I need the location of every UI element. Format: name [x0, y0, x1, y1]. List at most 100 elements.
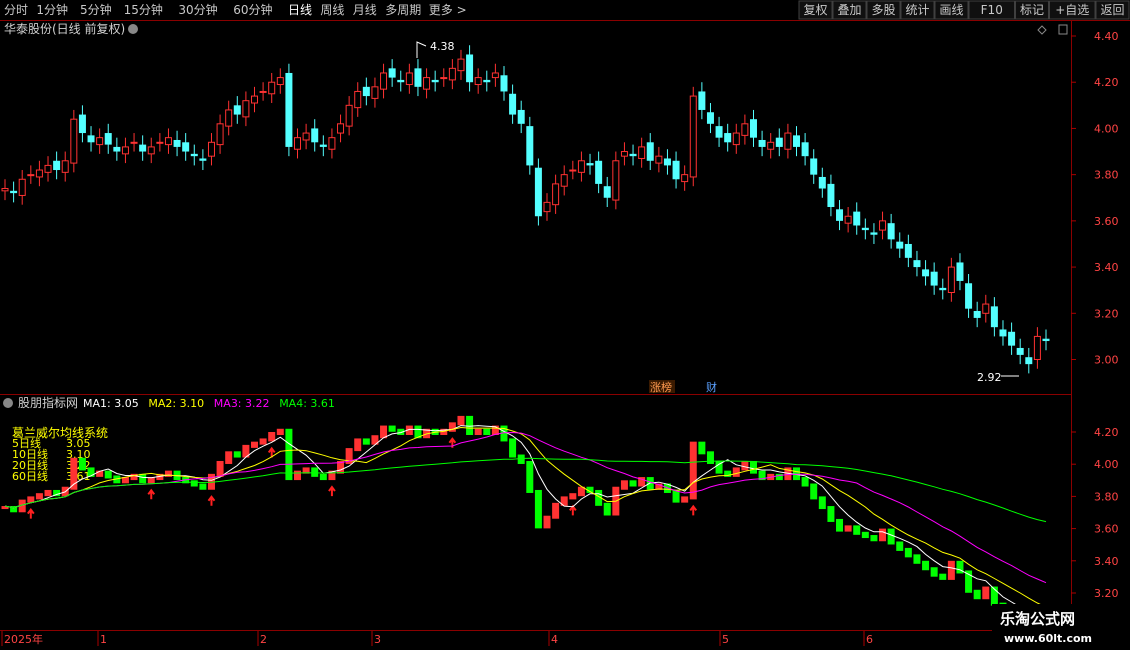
- ind-bar-22: [190, 480, 198, 487]
- ind-bar-87: [749, 460, 757, 474]
- candle-body-12: [104, 133, 112, 145]
- candle-body-110: [947, 266, 955, 294]
- indicator-name: 股朋指标网: [18, 395, 78, 410]
- period-tab-5[interactable]: 60分钟: [233, 2, 272, 17]
- candle-body-72: [620, 151, 628, 157]
- candle-body-62: [534, 167, 542, 217]
- ind-bar-5: [44, 489, 52, 497]
- candle-body-14: [121, 146, 129, 155]
- candle-body-23: [199, 158, 207, 161]
- toolbar-btn-5[interactable]: F10: [981, 3, 1003, 17]
- ind-bar-42: [362, 438, 370, 445]
- ind-bar-86: [741, 460, 749, 471]
- toolbar-btn-6[interactable]: 标记: [1020, 3, 1044, 17]
- x-label-1: 1: [100, 633, 107, 646]
- x-label-6: 6: [866, 633, 873, 646]
- candle-body-3: [27, 174, 35, 177]
- candle-body-19: [164, 137, 172, 146]
- ma-label-1: MA1: 3.05: [83, 397, 139, 410]
- ind-tick-4: 3.40: [1094, 555, 1119, 568]
- toolbar-btn-1[interactable]: 叠加: [837, 3, 861, 17]
- ma-line-2: [4, 426, 1047, 608]
- candle-body-107: [922, 269, 930, 277]
- buy-arrow-38: [328, 485, 336, 497]
- maximize-icon[interactable]: [1058, 24, 1068, 35]
- toolbar-btn-3[interactable]: 统计: [905, 3, 929, 17]
- ind-bar-109: [939, 573, 947, 580]
- candle-body-50: [431, 79, 439, 83]
- candle-body-104: [896, 241, 904, 249]
- stock-chart-window: 分时 1分钟 5分钟 15分钟 30分钟 60分钟 日线 周线 月线 多周期 更多 > 复权 叠加 多股统…: [0, 0, 1130, 650]
- period-tab-6[interactable]: 日线: [288, 3, 312, 17]
- ma-line-4: [4, 457, 1047, 523]
- candle-body-102: [879, 220, 887, 231]
- candle-body-28: [242, 100, 250, 118]
- toolbar-btn-7[interactable]: +自选: [1055, 3, 1089, 17]
- ind-bar-110: [947, 560, 955, 580]
- candle-body-78: [672, 160, 680, 180]
- toolbar-btn-8[interactable]: 返回: [1100, 3, 1124, 17]
- candle-body-103: [887, 223, 895, 240]
- watermark-line2: www.60lt.com: [1004, 632, 1092, 645]
- period-tab-2[interactable]: 5分钟: [80, 2, 112, 17]
- period-tab-7[interactable]: 周线: [320, 3, 344, 17]
- candle-body-69: [595, 160, 603, 184]
- candle-body-89: [767, 141, 775, 150]
- candle-body-82: [706, 112, 714, 124]
- title-dropdown-icon[interactable]: [128, 24, 138, 34]
- indicator-dropdown-icon[interactable]: [3, 398, 13, 408]
- ind-bar-66: [569, 493, 577, 500]
- candle-body-21: [182, 142, 190, 152]
- period-tab-3[interactable]: 15分钟: [124, 2, 163, 17]
- ind-bar-73: [629, 480, 637, 487]
- candle-body-48: [414, 68, 422, 87]
- candle-body-113: [973, 310, 981, 318]
- candle-body-20: [173, 139, 181, 147]
- x-label-4: 4: [551, 633, 558, 646]
- candle-body-74: [638, 146, 646, 159]
- candle-body-99: [853, 211, 861, 226]
- ind-bar-106: [913, 554, 921, 564]
- ind-bar-32: [276, 428, 284, 435]
- candle-body-29: [250, 95, 258, 104]
- main-chart-title: 华泰股份(日线 前复权): [4, 21, 125, 36]
- ind-bar-12: [104, 470, 112, 479]
- ind-bar-23: [199, 483, 207, 490]
- period-tab-8[interactable]: 月线: [353, 3, 377, 17]
- toolbar-btn-0[interactable]: 复权: [803, 3, 827, 17]
- candle-body-15: [130, 141, 138, 144]
- ind-bar-54: [466, 415, 474, 435]
- period-tab-1[interactable]: 1分钟: [36, 2, 68, 17]
- candle-body-16: [139, 144, 147, 152]
- diamond-icon[interactable]: [1037, 25, 1047, 35]
- zhangbang-marker[interactable]: 涨榜: [650, 380, 672, 394]
- candle-body-98: [844, 215, 852, 224]
- period-tab-10[interactable]: 更多 >: [429, 3, 467, 17]
- ind-bar-96: [827, 506, 835, 522]
- candle-body-36: [311, 128, 319, 143]
- toolbar-btn-2[interactable]: 多股: [871, 3, 895, 17]
- candle-body-38: [328, 137, 336, 150]
- cai-marker[interactable]: 财: [706, 380, 717, 394]
- period-tab-0[interactable]: 分时: [4, 3, 28, 17]
- buy-arrow-3: [27, 507, 35, 519]
- ind-bar-102: [879, 528, 887, 542]
- ind-bar-80: [689, 441, 697, 500]
- x-label-5: 5: [722, 633, 729, 646]
- price-tick-5: 3.40: [1094, 261, 1119, 274]
- period-tab-4[interactable]: 30分钟: [178, 2, 217, 17]
- toolbar-btn-4[interactable]: 画线: [939, 3, 963, 17]
- period-tab-9[interactable]: 多周期: [385, 3, 421, 17]
- ind-bar-104: [896, 541, 904, 551]
- ind-tick-1: 4.00: [1094, 458, 1119, 471]
- candle-body-6: [53, 160, 61, 171]
- buy-arrow-80: [689, 504, 698, 516]
- ind-bar-64: [552, 502, 560, 519]
- ind-tick-5: 3.20: [1094, 587, 1119, 600]
- ind-bar-16: [139, 473, 147, 484]
- ind-bar-33: [285, 428, 293, 481]
- price-tick-4: 3.60: [1094, 215, 1119, 228]
- ind-bar-29: [250, 441, 258, 448]
- ind-bar-53: [457, 415, 465, 426]
- candle-body-79: [681, 174, 689, 183]
